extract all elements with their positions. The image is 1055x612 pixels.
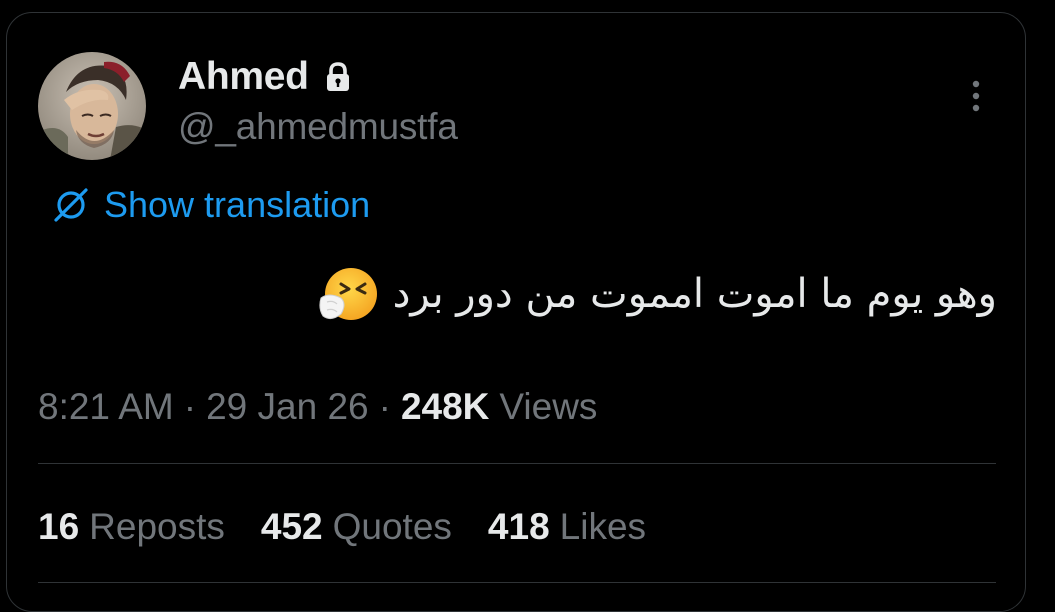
views-count[interactable]: 248K xyxy=(401,386,489,428)
quotes-stat[interactable]: 452 Quotes xyxy=(261,506,452,548)
post-time[interactable]: 8:21 AM xyxy=(38,386,174,428)
meta-separator: · xyxy=(183,386,197,427)
reposts-label: Reposts xyxy=(89,506,225,547)
likes-label: Likes xyxy=(559,506,647,547)
post-date[interactable]: 29 Jan 26 xyxy=(206,386,369,428)
reposts-stat[interactable]: 16 Reposts xyxy=(38,506,225,548)
author-name-row[interactable]: Ahmed xyxy=(178,54,355,100)
display-name[interactable]: Ahmed xyxy=(178,55,309,99)
more-vertical-icon[interactable] xyxy=(962,78,990,114)
avatar[interactable] xyxy=(38,52,146,160)
likes-stat[interactable]: 418 Likes xyxy=(488,506,646,548)
sneezing-face-icon xyxy=(318,264,379,324)
quotes-count: 452 xyxy=(260,506,323,547)
post-stats: 16 Reposts 452 Quotes 418 Likes xyxy=(38,502,682,552)
likes-count: 418 xyxy=(487,506,550,547)
tweet-text: وهو يوم ما اموت امموت من دور برد xyxy=(318,262,997,326)
meta-separator: · xyxy=(378,386,391,427)
show-translation-button[interactable]: Show translation xyxy=(50,183,370,227)
views-label: Views xyxy=(499,386,598,427)
divider xyxy=(38,463,996,464)
tweet-body: وهو يوم ما اموت امموت من دور برد xyxy=(392,271,997,317)
reposts-count: 16 xyxy=(38,506,80,547)
lock-icon xyxy=(321,60,355,94)
quotes-label: Quotes xyxy=(332,506,452,547)
divider xyxy=(38,582,996,583)
post-meta: 8:21 AM · 29 Jan 26 · 248K Views xyxy=(38,383,597,431)
author-handle[interactable]: @_ahmedmustfa xyxy=(178,106,458,148)
avatar-image xyxy=(38,52,146,160)
show-translation-label: Show translation xyxy=(104,184,371,225)
globe-slash-icon xyxy=(50,184,92,226)
